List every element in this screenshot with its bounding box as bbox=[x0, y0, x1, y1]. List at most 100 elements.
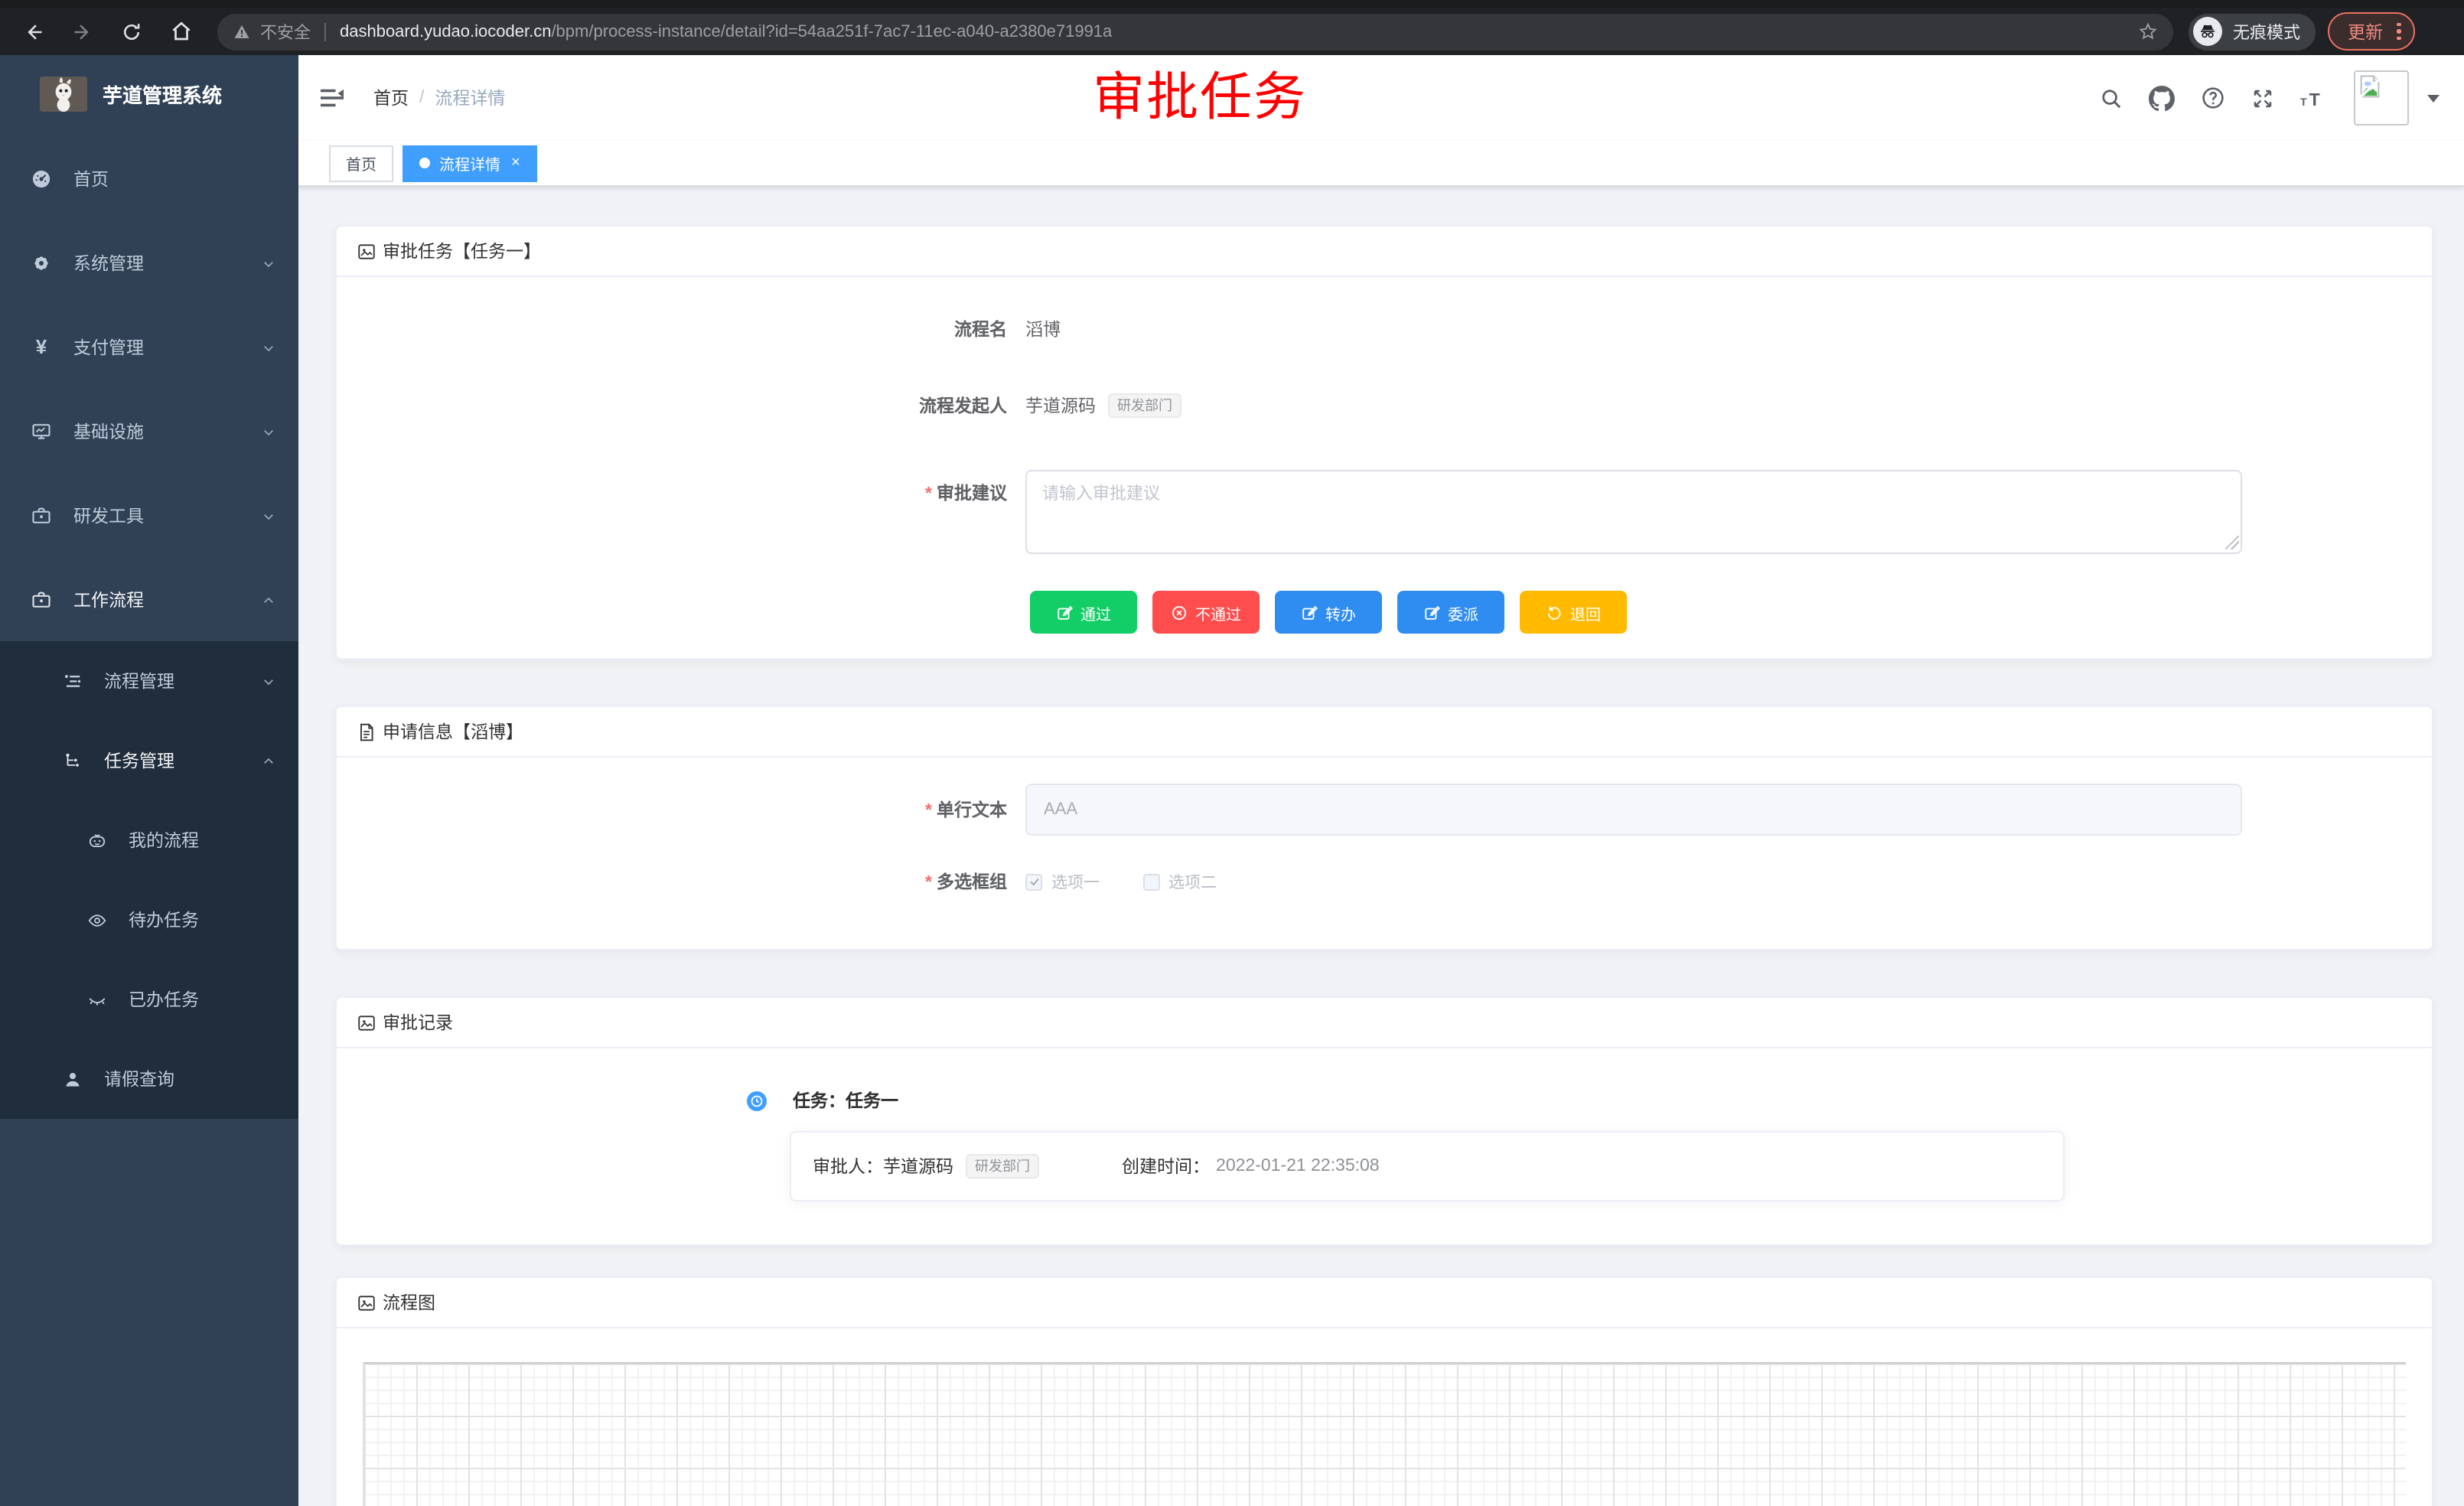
sidebar-item-process-management[interactable]: 流程管理 bbox=[0, 641, 298, 721]
browser-menu-icon[interactable] bbox=[2397, 23, 2400, 41]
org-tree-icon bbox=[61, 750, 83, 771]
hamburger-icon bbox=[318, 84, 346, 112]
svg-text:T: T bbox=[2309, 89, 2320, 109]
sidebar-item-payment[interactable]: ¥ 支付管理 bbox=[0, 305, 298, 389]
refresh-left-icon bbox=[1546, 604, 1563, 621]
sidebar-item-label: 请假查询 bbox=[104, 1067, 174, 1091]
flow-list-icon bbox=[61, 670, 83, 692]
circle-close-icon bbox=[1171, 604, 1188, 621]
approve-button[interactable]: 通过 bbox=[1030, 591, 1137, 634]
tab-home[interactable]: 首页 bbox=[329, 145, 393, 181]
breadcrumb: 首页 / 流程详情 bbox=[373, 55, 505, 141]
sidebar-item-my-process[interactable]: 我的流程 bbox=[0, 800, 298, 880]
single-line-text-input: AAA bbox=[1025, 784, 2242, 836]
sidebar-item-todo-tasks[interactable]: 待办任务 bbox=[0, 880, 298, 960]
initiator-value: 芋道源码 bbox=[1025, 393, 1096, 418]
sidebar-item-label: 任务管理 bbox=[104, 748, 174, 773]
github-icon[interactable] bbox=[2149, 85, 2175, 111]
initiator-label: 流程发起人 bbox=[337, 393, 1025, 418]
bookmark-star-icon[interactable] bbox=[2138, 21, 2158, 41]
sidebar-item-label: 待办任务 bbox=[129, 908, 199, 932]
url-path: /bpm/process-instance/detail?id=54aa251f… bbox=[551, 22, 1112, 41]
reload-icon bbox=[121, 21, 142, 42]
chevron-down-icon bbox=[262, 509, 275, 527]
checkbox-group-label: 多选框组 bbox=[937, 874, 1007, 892]
browser-toolbar: 不安全 dashboard.yudao.iocoder.cn/bpm/proce… bbox=[0, 0, 2464, 55]
checkbox-option1: 选项一 bbox=[1025, 870, 1100, 893]
svg-text:T: T bbox=[2300, 95, 2307, 107]
yen-icon: ¥ bbox=[31, 336, 52, 357]
fullscreen-icon[interactable] bbox=[2251, 86, 2274, 109]
browser-back-button[interactable] bbox=[18, 16, 49, 47]
bpmn-diagram-canvas[interactable] bbox=[363, 1362, 2406, 1506]
sidebar-collapse-button[interactable] bbox=[318, 84, 346, 112]
chevron-up-icon bbox=[262, 593, 275, 611]
required-marker: * bbox=[925, 874, 932, 892]
logo-image bbox=[40, 76, 87, 111]
breadcrumb-current: 流程详情 bbox=[435, 86, 505, 110]
browser-update-button[interactable]: 更新 bbox=[2328, 12, 2414, 51]
font-size-icon[interactable]: TT bbox=[2300, 86, 2328, 109]
timeline-item: 任务：任务一 bbox=[337, 1088, 2432, 1113]
process-name-label: 流程名 bbox=[337, 317, 1025, 341]
close-icon[interactable]: × bbox=[511, 155, 520, 171]
delegate-button[interactable]: 委派 bbox=[1397, 591, 1504, 634]
address-bar[interactable]: 不安全 dashboard.yudao.iocoder.cn/bpm/proce… bbox=[217, 13, 2173, 50]
required-marker: * bbox=[925, 802, 932, 820]
navbar-right-menu: TT bbox=[2074, 55, 2440, 141]
help-icon[interactable] bbox=[2201, 86, 2225, 110]
suggestion-textarea[interactable] bbox=[1025, 470, 2242, 554]
sidebar-item-leave-query[interactable]: 请假查询 bbox=[0, 1039, 298, 1119]
chevron-down-icon bbox=[262, 675, 275, 693]
chevron-down-icon bbox=[262, 256, 275, 275]
card-title: 申请信息【滔博】 bbox=[383, 719, 523, 744]
required-marker: * bbox=[925, 485, 932, 504]
card-title: 审批记录 bbox=[383, 1010, 453, 1035]
sidebar: 芋道管理系统 首页 系统管理 ¥ bbox=[0, 55, 298, 1506]
edit-icon bbox=[1423, 604, 1440, 621]
sidebar-item-label: 支付管理 bbox=[73, 334, 144, 359]
red-annotation-text: 审批任务 bbox=[1093, 67, 1307, 130]
toolbox-icon bbox=[31, 504, 52, 526]
breadcrumb-home[interactable]: 首页 bbox=[373, 86, 409, 110]
sidebar-submenu-workflow: 流程管理 任务管理 我的流程 bbox=[0, 641, 298, 1119]
avatar-caret-icon[interactable] bbox=[2427, 94, 2440, 102]
approve-buttons-row: 通过 不通过 转办 委 bbox=[337, 591, 2432, 634]
card-title: 审批任务【任务一】 bbox=[383, 239, 541, 263]
diagram-card-header: 流程图 bbox=[337, 1278, 2432, 1328]
sidebar-item-label: 首页 bbox=[73, 166, 109, 191]
sidebar-item-home[interactable]: 首页 bbox=[0, 136, 298, 220]
eye-closed-icon bbox=[86, 989, 107, 1010]
briefcase-icon bbox=[31, 588, 52, 610]
tab-process-detail[interactable]: 流程详情 × bbox=[403, 145, 537, 181]
checkbox-unchecked-icon bbox=[1142, 873, 1159, 890]
browser-reload-button[interactable] bbox=[116, 16, 147, 47]
reject-button[interactable]: 不通过 bbox=[1152, 591, 1260, 634]
sidebar-item-devtools[interactable]: 研发工具 bbox=[0, 473, 298, 557]
browser-home-button[interactable] bbox=[165, 16, 196, 47]
search-icon[interactable] bbox=[2100, 86, 2123, 109]
sidebar-item-label: 流程管理 bbox=[104, 669, 174, 693]
sidebar-item-infrastructure[interactable]: 基础设施 bbox=[0, 389, 298, 473]
browser-forward-button[interactable] bbox=[67, 16, 98, 47]
avatar[interactable] bbox=[2354, 70, 2409, 126]
picture-icon bbox=[357, 1292, 376, 1312]
sidebar-item-system[interactable]: 系统管理 bbox=[0, 220, 298, 305]
broken-image-icon bbox=[2357, 73, 2383, 99]
approve-task-card: 审批任务【任务一】 流程名 滔博 流程发起人 芋道源码 研发部门 bbox=[335, 225, 2433, 660]
sidebar-item-label: 工作流程 bbox=[73, 587, 144, 611]
sidebar-item-workflow[interactable]: 工作流程 bbox=[0, 557, 298, 641]
sidebar-logo[interactable]: 芋道管理系统 bbox=[0, 55, 298, 132]
transfer-button[interactable]: 转办 bbox=[1275, 591, 1382, 634]
active-tab-dot bbox=[419, 158, 430, 168]
return-button[interactable]: 退回 bbox=[1520, 591, 1627, 634]
approve-card-header: 审批任务【任务一】 bbox=[337, 227, 2432, 277]
sidebar-item-done-tasks[interactable]: 已办任务 bbox=[0, 960, 298, 1039]
monitor-icon bbox=[31, 420, 52, 442]
text-field-label: 单行文本 bbox=[937, 802, 1007, 820]
url-host: dashboard.yudao.iocoder.cn bbox=[340, 22, 551, 41]
gear-icon bbox=[31, 252, 52, 273]
created-value: 2022-01-21 22:35:08 bbox=[1216, 1157, 1380, 1175]
sidebar-item-task-management[interactable]: 任务管理 bbox=[0, 721, 298, 800]
incognito-icon bbox=[2193, 17, 2222, 46]
